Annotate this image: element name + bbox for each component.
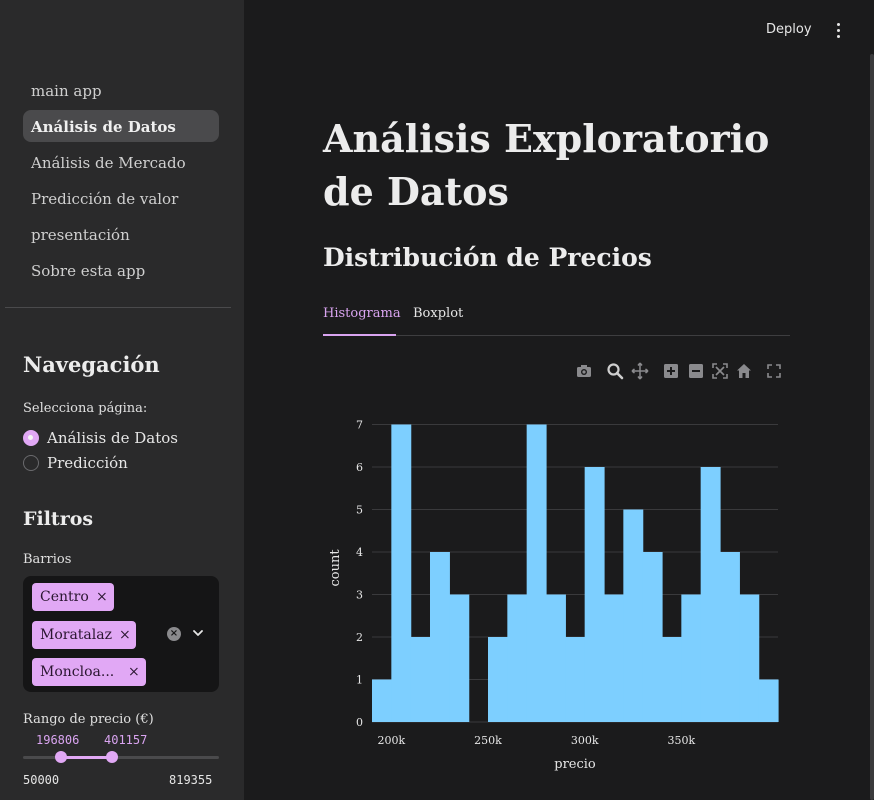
histogram-bar[interactable] [565, 637, 586, 722]
y-tick-label: 7 [356, 419, 363, 432]
page-nav: main app Análisis de Datos Análisis de M… [23, 74, 219, 290]
histogram-bar[interactable] [372, 679, 392, 723]
radio-unselected-indicator [23, 455, 39, 471]
nav-item-main-app[interactable]: main app [23, 74, 219, 106]
radio-option-label: Predicción [47, 454, 128, 472]
zoom-icon[interactable] [606, 362, 624, 380]
histogram-bar[interactable] [430, 552, 450, 722]
zoom-in-icon[interactable] [662, 362, 680, 380]
sidebar: main app Análisis de Datos Análisis de M… [0, 0, 244, 800]
fullscreen-icon[interactable] [765, 362, 783, 380]
barrio-tag-moratalaz[interactable]: Moratalaz × [32, 621, 136, 649]
histogram-bar[interactable] [604, 594, 624, 723]
histogram-bar[interactable] [758, 679, 779, 723]
remove-tag-icon[interactable]: × [96, 583, 108, 611]
histogram-bar[interactable] [526, 424, 547, 723]
price-max-label: 819355 [169, 773, 213, 787]
page-radio-label: Selecciona página: [23, 401, 148, 416]
histogram-bar[interactable] [507, 594, 528, 723]
price-range-label: Rango de precio (€) [23, 712, 154, 727]
histogram-bar[interactable] [488, 637, 508, 722]
main-scrollbar[interactable] [870, 54, 874, 800]
radio-prediccion[interactable]: Predicción [23, 453, 128, 473]
nav-item-presentacion[interactable]: presentación [23, 218, 219, 250]
x-axis-label: precio [554, 757, 596, 772]
barrios-label: Barrios [23, 552, 72, 567]
main-menu-icon[interactable] [834, 22, 842, 40]
price-min-label: 50000 [23, 773, 60, 787]
price-slider-low-handle[interactable] [55, 751, 67, 763]
tab-histograma[interactable]: Histograma [323, 304, 401, 336]
histogram-bar[interactable] [642, 552, 663, 722]
x-tick-label: 250k [474, 734, 502, 747]
chart-toolbar [570, 362, 785, 380]
tab-boxplot[interactable]: Boxplot [413, 304, 473, 336]
y-axis-label: count [328, 549, 343, 587]
reset-axes-icon[interactable] [735, 362, 753, 380]
nav-item-analisis-mercado[interactable]: Análisis de Mercado [23, 146, 219, 178]
x-tick-label: 300k [571, 734, 599, 747]
y-tick-label: 5 [356, 504, 363, 517]
barrio-tag-moncloa[interactable]: Moncloa... × [32, 658, 146, 686]
nav-item-analisis-datos[interactable]: Análisis de Datos [23, 110, 219, 142]
deploy-button[interactable]: Deploy [766, 22, 812, 37]
tag-label: Centro [40, 589, 89, 605]
nav-item-sobre-app[interactable]: Sobre esta app [23, 254, 219, 286]
nav-item-prediccion-valor[interactable]: Predicción de valor [23, 182, 219, 214]
y-tick-label: 4 [356, 546, 363, 559]
x-tick-label: 200k [377, 734, 405, 747]
histogram-bar[interactable] [700, 467, 721, 722]
y-tick-label: 6 [356, 461, 363, 474]
autoscale-icon[interactable] [711, 362, 729, 380]
camera-icon[interactable] [575, 362, 593, 380]
chart-tabs: Histograma Boxplot [323, 304, 790, 336]
barrio-tag-centro[interactable]: Centro × [32, 583, 114, 611]
y-tick-label: 3 [356, 589, 363, 602]
histogram-bar[interactable] [410, 637, 431, 722]
histogram-bar[interactable] [623, 509, 644, 723]
x-tick-label: 350k [667, 734, 695, 747]
barrios-multiselect[interactable]: Centro × Moratalaz × Moncloa... × × [23, 576, 219, 692]
histogram-bar[interactable] [720, 552, 740, 722]
x-tick-labels: 200k 250k 300k 350k [377, 734, 695, 747]
navigation-heading: Navegación [23, 352, 160, 377]
tag-label: Moncloa... [40, 664, 115, 680]
y-tick-labels: 0 1 2 3 4 5 6 7 [356, 419, 363, 730]
y-tick-label: 2 [356, 631, 363, 644]
price-slider-fill [61, 756, 112, 759]
radio-selected-indicator [23, 430, 39, 446]
section-title: Distribución de Precios [323, 243, 652, 272]
histogram-bar[interactable] [449, 594, 470, 723]
histogram-bars[interactable] [372, 424, 779, 723]
pan-icon[interactable] [631, 362, 649, 380]
remove-tag-icon[interactable]: × [119, 621, 131, 649]
histogram-bar[interactable] [662, 637, 682, 722]
price-high-value: 401157 [104, 733, 148, 747]
price-slider-high-handle[interactable] [106, 751, 118, 763]
tag-label: Moratalaz [40, 627, 112, 643]
zoom-out-icon[interactable] [687, 362, 705, 380]
radio-option-label: Análisis de Datos [47, 429, 178, 447]
histogram-bar[interactable] [739, 594, 760, 723]
filters-heading: Filtros [23, 508, 94, 530]
histogram-bar[interactable] [584, 467, 605, 722]
histogram-bar[interactable] [391, 424, 412, 723]
histogram-bar[interactable] [681, 594, 702, 723]
remove-tag-icon[interactable]: × [128, 658, 140, 686]
price-low-value: 196806 [36, 733, 80, 747]
histogram-bar[interactable] [546, 594, 566, 723]
clear-all-icon[interactable]: × [167, 627, 181, 641]
chevron-down-icon[interactable] [191, 626, 205, 640]
radio-analisis-datos[interactable]: Análisis de Datos [23, 428, 178, 448]
y-tick-label: 0 [356, 716, 363, 729]
price-slider-track[interactable] [23, 756, 219, 759]
sidebar-divider [5, 307, 231, 308]
y-tick-label: 1 [356, 674, 363, 687]
price-histogram[interactable]: 0 1 2 3 4 5 6 7 200k 250k 300k 350k precio count [323, 400, 793, 790]
page-title: Análisis Exploratorio de Datos [323, 116, 770, 214]
